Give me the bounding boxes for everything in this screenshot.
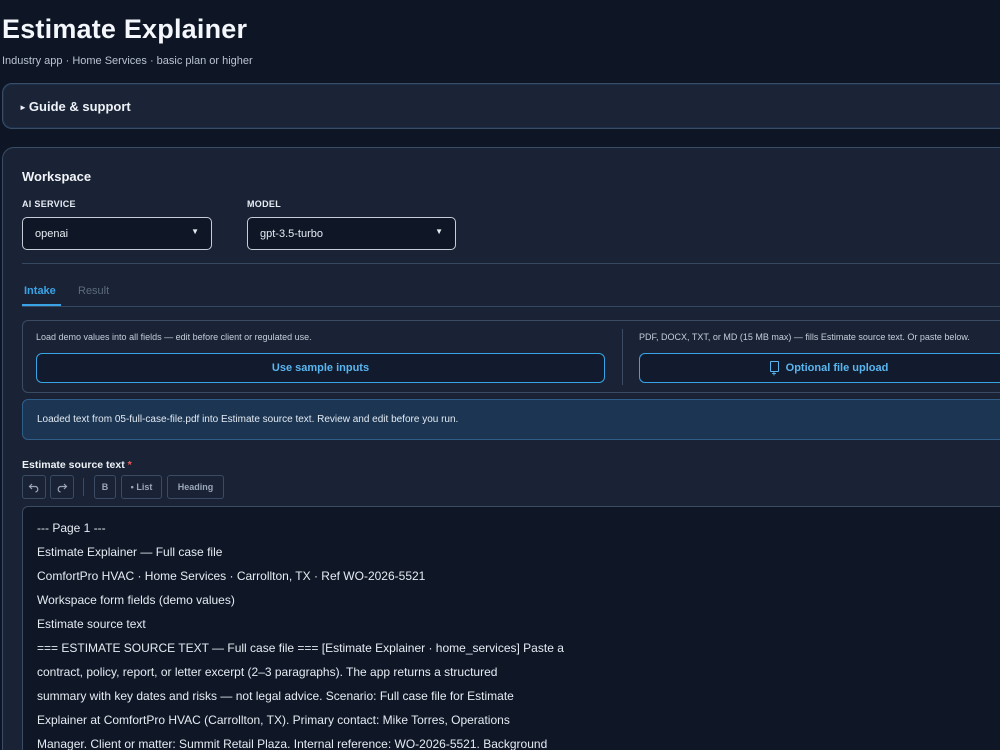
workspace-title: Workspace [22,169,92,184]
file-upload-icon [769,360,779,388]
action-divider [622,329,623,385]
guide-support-panel[interactable]: ► Guide & support [2,83,1000,129]
editor-line: Workspace form fields (demo values) [37,593,235,607]
bold-button[interactable]: B [94,475,116,499]
caret-right-icon: ► [19,103,27,112]
ai-service-label: AI SERVICE [22,199,76,209]
ai-service-value: openai [35,228,69,240]
editor-line: --- Page 1 --- [37,521,106,535]
redo-icon [57,483,68,493]
estimate-source-label-text: Estimate source text [22,459,125,471]
toolbar-divider [83,478,84,496]
sample-hint: Load demo values into all fields — edit … [36,332,312,342]
editor-line: === ESTIMATE SOURCE TEXT — Full case fil… [37,641,564,655]
editor-line: Estimate source text [37,617,146,631]
upload-hint: PDF, DOCX, TXT, or MD (15 MB max) — fill… [639,332,970,342]
page-subtitle: Industry app · Home Services · basic pla… [2,55,253,67]
guide-support-label: Guide & support [28,99,131,114]
editor-line: Explainer at ComfortPro HVAC (Carrollton… [37,713,510,727]
optional-file-upload-button[interactable]: Optional file upload [639,353,1000,388]
guide-support-toggle[interactable]: ► Guide & support [19,99,131,114]
use-sample-inputs-button[interactable]: Use sample inputs [36,353,605,383]
undo-icon [28,483,39,493]
notice-text: Loaded text from 05-full-case-file.pdf i… [37,414,459,425]
page-title: Estimate Explainer [2,14,248,44]
editor-line: Estimate Explainer — Full case file [37,545,223,559]
intake-actions: Load demo values into all fields — edit … [22,320,1000,393]
estimate-source-editor[interactable]: --- Page 1 --- Estimate Explainer — Full… [22,506,1000,750]
section-divider [22,263,1000,264]
editor-line: summary with key dates and risks — not l… [37,689,514,703]
undo-button[interactable] [22,475,46,499]
required-mark: * [127,459,132,471]
model-select[interactable]: gpt-3.5-turbo ▼ [247,217,456,250]
ai-service-select[interactable]: openai ▼ [22,217,212,250]
model-label: MODEL [247,199,281,209]
editor-line: ComfortPro HVAC · Home Services · Carrol… [37,569,426,583]
tab-result[interactable]: Result [78,285,109,297]
redo-button[interactable] [50,475,74,499]
tab-intake[interactable]: Intake [24,285,56,297]
upload-notice: Loaded text from 05-full-case-file.pdf i… [22,399,1000,440]
chevron-down-icon: ▼ [191,227,199,236]
workspace-panel: Workspace AI SERVICE openai ▼ MODEL gpt-… [2,147,1000,750]
chevron-down-icon: ▼ [435,227,443,236]
model-value: gpt-3.5-turbo [260,228,323,240]
heading-button[interactable]: Heading [167,475,224,499]
editor-line: contract, policy, report, or letter exce… [37,665,498,679]
bullet-list-button[interactable]: • List [121,475,162,499]
upload-button-label: Optional file upload [785,362,889,374]
tabs-divider [22,306,1000,307]
estimate-source-label: Estimate source text * [22,459,132,471]
editor-line: Manager. Client or matter: Summit Retail… [37,737,548,750]
